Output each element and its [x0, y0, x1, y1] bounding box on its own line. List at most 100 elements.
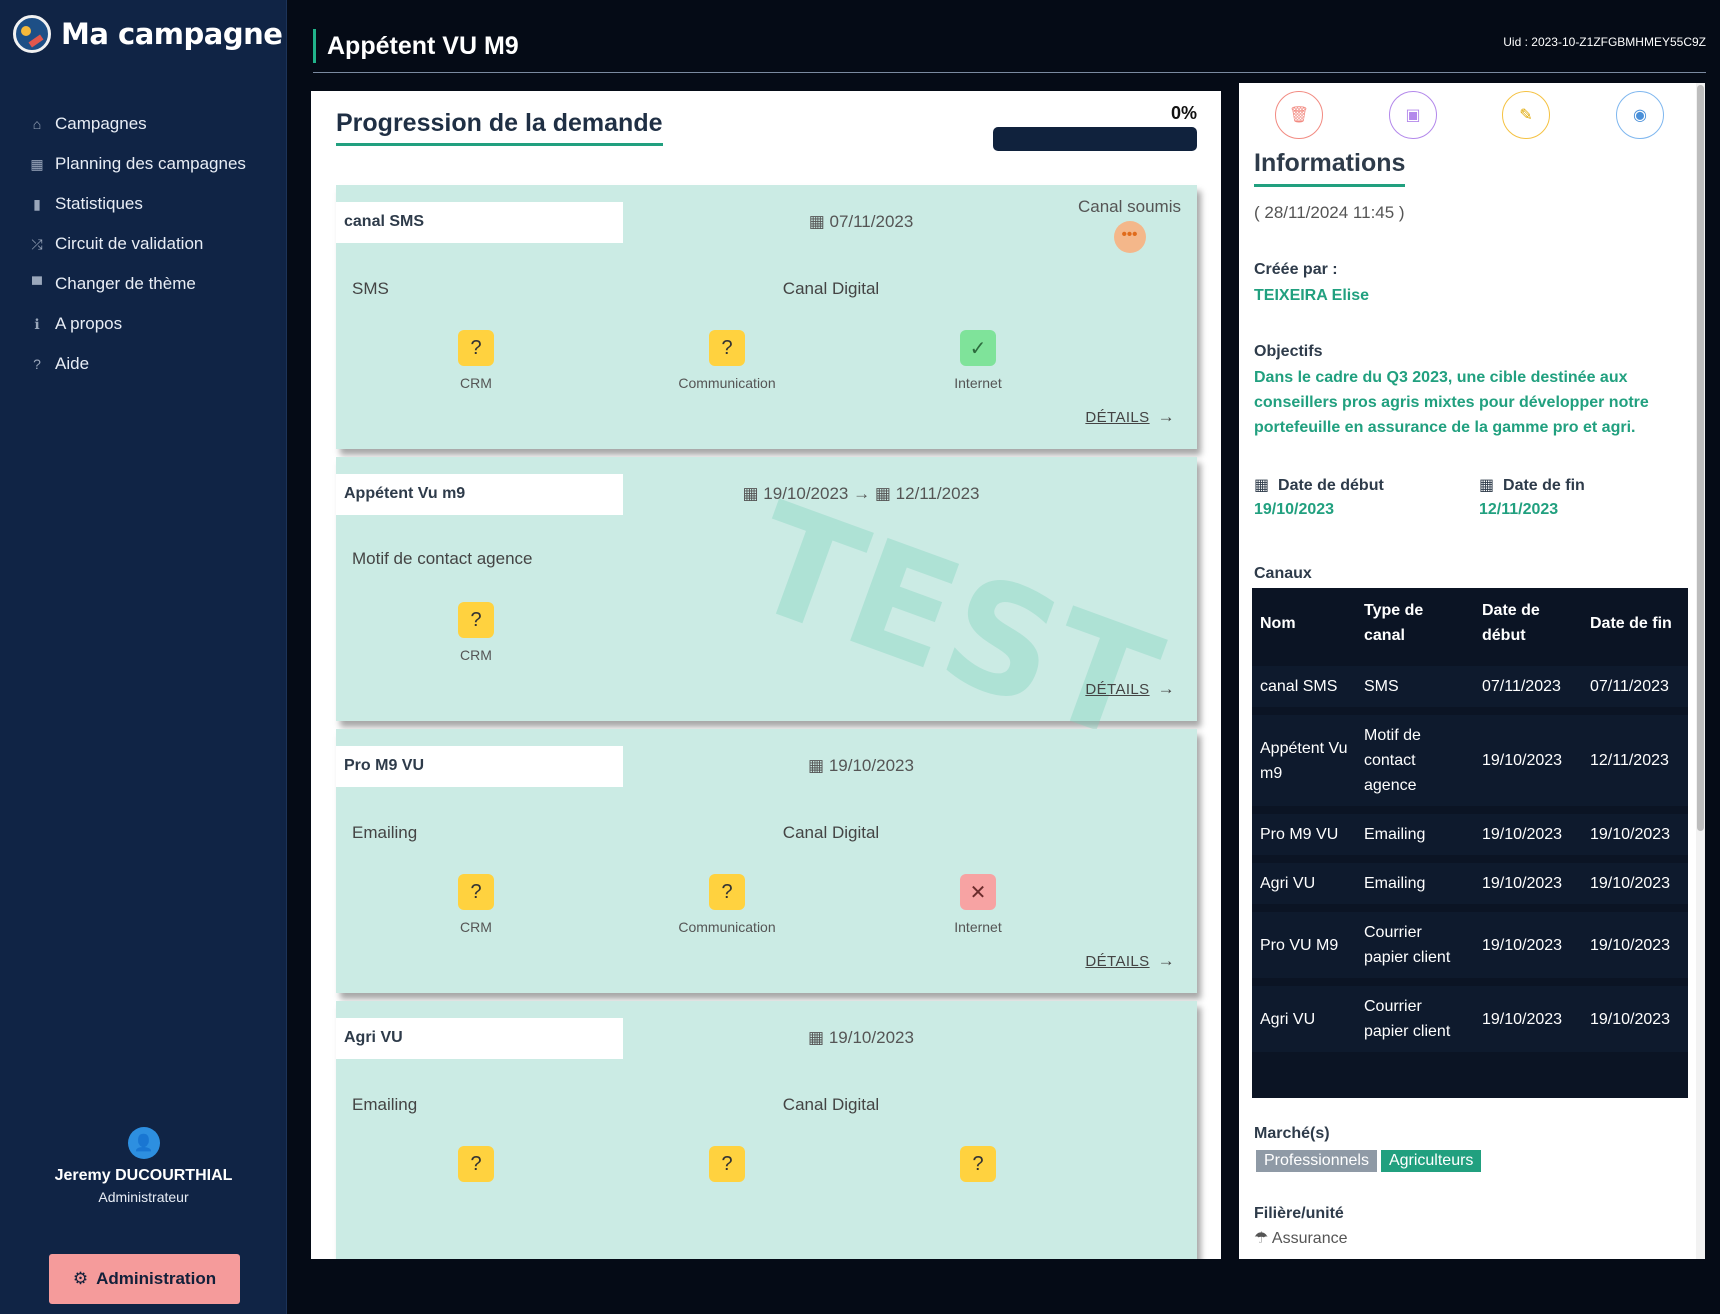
table-row[interactable]: Appétent Vu m9 Motif de contact agence 19/… — [1252, 707, 1688, 810]
progression-panel: Progression de la demande 0% canal SMS ▦… — [311, 91, 1221, 1259]
nav-item-campagnes[interactable]: ⌂ Campagnes — [28, 104, 246, 144]
home-icon: ⌂ — [32, 116, 42, 132]
table-row[interactable]: canal SMS SMS 07/11/2023 07/11/2023 — [1252, 658, 1688, 711]
question-icon: ? — [709, 330, 745, 366]
table-row[interactable]: Pro VU M9 Courrier papier client 19/10/202… — [1252, 904, 1688, 982]
objectifs-label: Objectifs — [1254, 343, 1323, 360]
cell-type: Motif de contact agence — [1356, 707, 1474, 810]
cell-type: Emailing — [1356, 855, 1474, 908]
date-value: 19/10/2023 — [763, 484, 849, 503]
gear-icon: ⚙ — [72, 1269, 89, 1288]
canal-date: ▦ 19/10/2023 — [706, 756, 1016, 776]
marches-tags: Professionnels Agriculteurs — [1256, 1150, 1485, 1172]
edit-button[interactable]: ✎ — [1502, 91, 1550, 139]
table-row[interactable]: Pro M9 VU Emailing 19/10/2023 19/10/2023 — [1252, 806, 1688, 859]
nav-item-theme[interactable]: ▀ Changer de thème — [28, 264, 246, 304]
check-label: CRM — [460, 647, 492, 663]
canal-category: Canal Digital — [782, 1095, 880, 1114]
more-icon[interactable]: ••• — [1113, 221, 1146, 253]
canal-name: Agri VU — [336, 1018, 623, 1059]
arrow-right-icon: → — [1157, 951, 1175, 970]
check-label: Internet — [954, 919, 1002, 935]
col-fin: Date de fin — [1590, 614, 1672, 632]
cell-debut: 19/10/2023 — [1474, 904, 1582, 982]
cell-nom: Agri VU — [1252, 855, 1356, 908]
question-icon: ? — [960, 1146, 996, 1182]
nav-item-apropos[interactable]: ℹ A propos — [28, 304, 246, 344]
label-text: Date de fin — [1503, 477, 1585, 494]
campaign-uid: Uid : 2023-10-Z1ZFGBMHMEY55C9Z — [1503, 35, 1706, 49]
view-button[interactable]: ◉ — [1616, 91, 1664, 139]
check-internet: ✓ Internet — [893, 330, 1063, 391]
objectifs-value: Dans le cadre du Q3 2023, une cible dest… — [1254, 369, 1649, 436]
administration-label: Administration — [96, 1269, 217, 1288]
sidebar: Ma campagne ⌂ Campagnes ▦ Planning des cam… — [0, 0, 287, 1314]
nav-label: Statistiques — [55, 194, 143, 213]
nav-item-circuit[interactable]: ⤮ Circuit de validation — [28, 224, 246, 264]
avatar-icon[interactable]: 👤 — [127, 1127, 160, 1159]
close-icon: ✕ — [960, 874, 996, 910]
canal-category: Canal Digital — [782, 823, 880, 842]
details-label: DÉTAILS — [1085, 953, 1150, 970]
cell-debut: 19/10/2023 — [1474, 978, 1582, 1052]
cell-type: Courrier papier client — [1356, 978, 1474, 1052]
canal-date: ▦ 19/10/2023 → ▦ 12/11/2023 — [706, 484, 1016, 504]
app-logo[interactable]: Ma campagne — [13, 15, 283, 53]
cell-debut: 07/11/2023 — [1474, 658, 1582, 711]
info-panel: 🗑 ▣ ✎ ◉ Informations ( 28/11/2024 11:45 … — [1239, 83, 1705, 1259]
nav-label: Changer de thème — [55, 274, 196, 293]
cell-fin: 07/11/2023 — [1582, 658, 1688, 711]
table-row[interactable]: Agri VU Emailing 19/10/2023 19/10/2023 — [1252, 855, 1688, 908]
scrollbar-thumb[interactable] — [1697, 85, 1704, 831]
nav-item-aide[interactable]: ? Aide — [28, 344, 246, 384]
user-panel: 👤 Jeremy DUCOURTHIAL Administrateur — [0, 1127, 287, 1205]
col-nom: Nom — [1260, 614, 1296, 632]
question-icon: ? — [458, 330, 494, 366]
nav-item-statistiques[interactable]: ▮ Statistiques — [28, 184, 246, 224]
calendar-icon: ▦ — [742, 484, 759, 503]
duplicate-button[interactable]: ▣ — [1389, 91, 1437, 139]
logo-icon — [13, 15, 51, 53]
progression-title: Progression de la demande — [336, 109, 663, 146]
details-link[interactable]: DÉTAILS → — [1085, 679, 1175, 699]
details-label: DÉTAILS — [1085, 409, 1150, 426]
nav-label: Aide — [55, 354, 90, 373]
arrow-right-icon: → — [1157, 679, 1175, 698]
cell-fin: 19/10/2023 — [1582, 978, 1688, 1052]
check-icon: ✓ — [960, 330, 996, 366]
table-row[interactable]: Agri VU Courrier papier client 19/10/2023 1… — [1252, 978, 1688, 1052]
info-icon: ℹ — [34, 315, 40, 332]
cell-fin: 19/10/2023 — [1582, 904, 1688, 982]
nav-item-planning[interactable]: ▦ Planning des campagnes — [28, 144, 246, 184]
canal-type: SMS — [352, 279, 389, 298]
administration-button[interactable]: ⚙ Administration — [49, 1254, 240, 1304]
cell-nom: Pro VU M9 — [1252, 904, 1356, 982]
check-crm: ? CRM — [391, 602, 561, 663]
main-nav: ⌂ Campagnes ▦ Planning des campagnes ▮ Stat… — [28, 104, 246, 384]
table-header-row: Nom Type de canal Date de début Date de … — [1252, 588, 1688, 662]
details-link[interactable]: DÉTAILS → — [1085, 951, 1175, 971]
details-link[interactable]: DÉTAILS → — [1085, 407, 1175, 427]
shuffle-icon: ⤮ — [31, 235, 43, 252]
canal-type: Emailing — [352, 823, 418, 842]
check-label: Communication — [678, 375, 776, 391]
col-debut: Date de début — [1482, 602, 1540, 644]
progression-percent: 0% — [1170, 103, 1197, 123]
calendar-icon: ▦ — [808, 756, 825, 775]
delete-button[interactable]: 🗑 — [1275, 91, 1323, 139]
canal-name: Pro M9 VU — [336, 746, 623, 787]
marches-label: Marché(s) — [1254, 1125, 1330, 1142]
cell-debut: 19/10/2023 — [1474, 806, 1582, 859]
check-communication: ? — [642, 1146, 812, 1182]
scrollbar[interactable] — [1696, 83, 1705, 1259]
tag-agriculteurs: Agriculteurs — [1380, 1150, 1482, 1172]
calendar-icon: ▦ — [808, 212, 825, 231]
question-icon: ? — [709, 874, 745, 910]
canal-name: Appétent Vu m9 — [336, 474, 623, 515]
header-accent — [313, 29, 316, 63]
arrow-right-icon: → — [853, 484, 871, 503]
check-internet: ✕ Internet — [893, 874, 1063, 935]
info-title: Informations — [1254, 149, 1406, 187]
created-by-value: TEIXEIRA Elise — [1254, 287, 1369, 304]
check-label: CRM — [460, 375, 492, 391]
